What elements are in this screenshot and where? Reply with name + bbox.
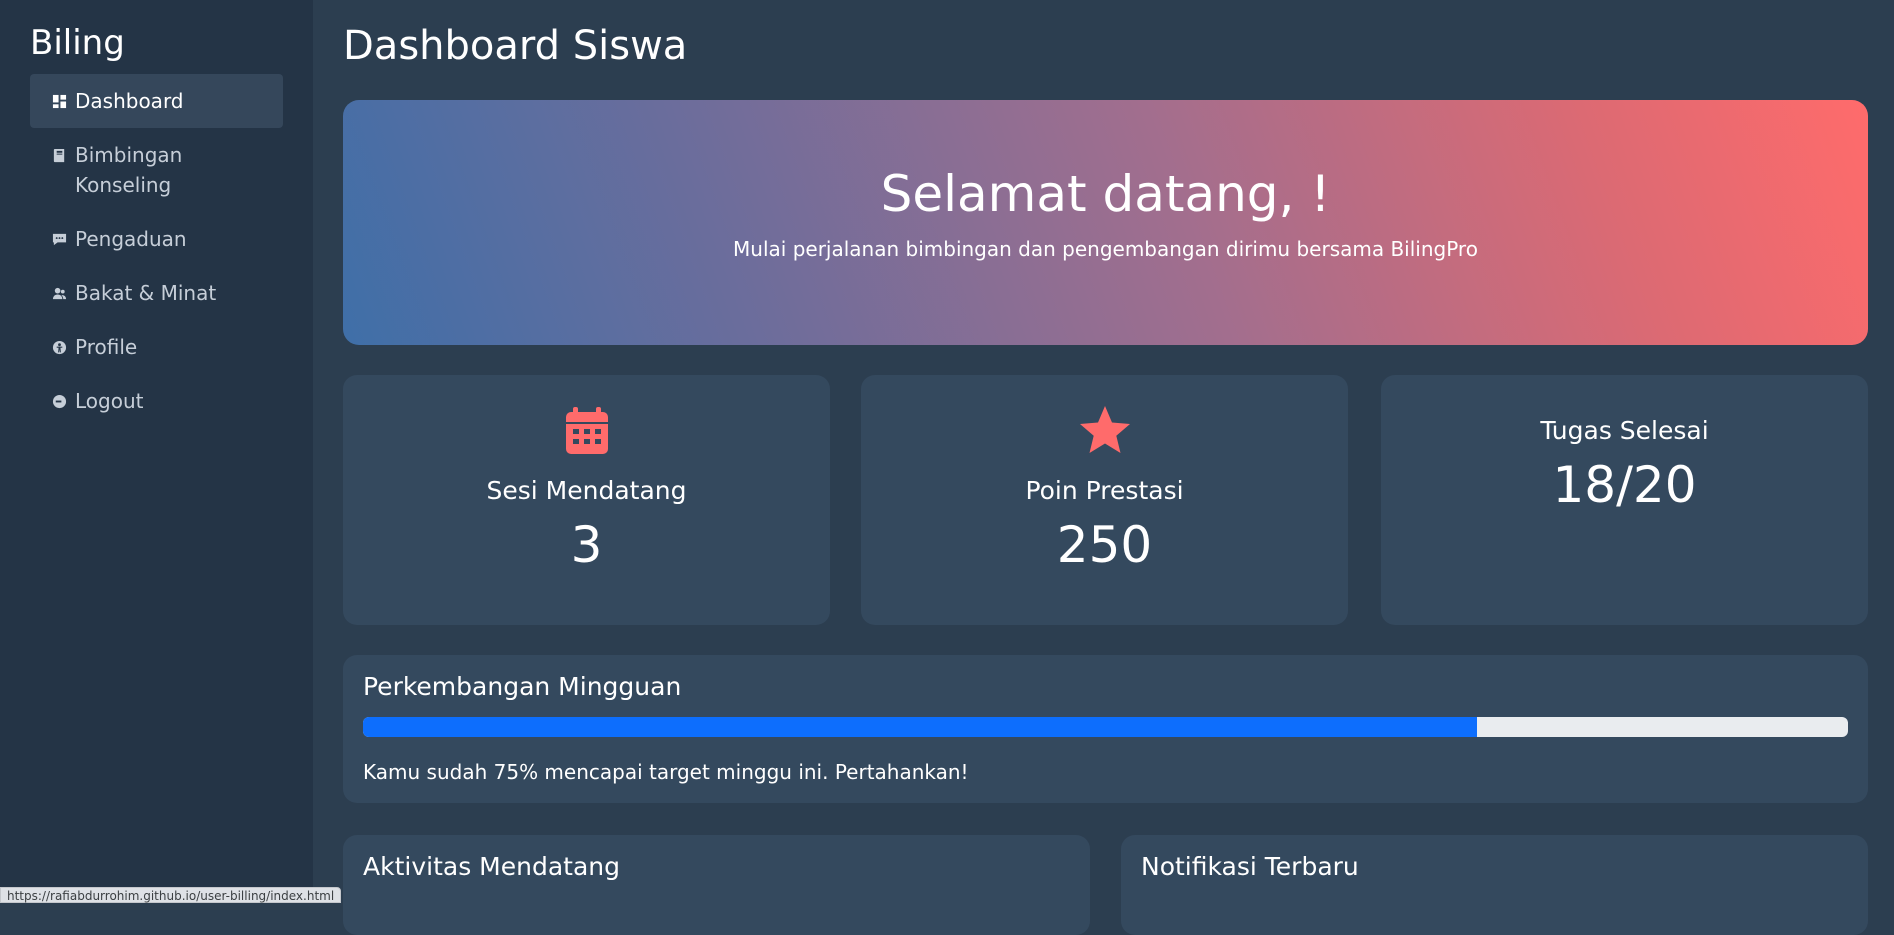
sidebar-item-pengaduan[interactable]: Pengaduan: [30, 212, 283, 266]
upcoming-activities-card: Aktivitas Mendatang: [343, 835, 1090, 935]
stat-value: 18/20: [1552, 456, 1697, 514]
star-icon: [861, 405, 1348, 455]
sidebar-item-logout[interactable]: Logout: [30, 374, 283, 428]
stat-card-poin-prestasi: Poin Prestasi 250: [861, 375, 1348, 625]
sidebar-item-label: Bakat & Minat: [75, 281, 217, 305]
logout-icon: [50, 386, 68, 416]
page-title: Dashboard Siswa: [343, 23, 688, 69]
welcome-banner: Selamat datang, ! Mulai perjalanan bimbi…: [343, 100, 1868, 345]
sidebar-item-profile[interactable]: Profile: [30, 320, 283, 374]
upcoming-activities-title: Aktivitas Mendatang: [363, 852, 620, 881]
stat-card-sesi-mendatang: Sesi Mendatang 3: [343, 375, 830, 625]
chat-icon: [50, 224, 68, 254]
latest-notifications-title: Notifikasi Terbaru: [1141, 852, 1359, 881]
dashboard-icon: [50, 86, 68, 116]
person-circle-icon: [50, 332, 68, 362]
welcome-title: Selamat datang, !: [880, 165, 1331, 223]
sidebar-item-bimbingan-konseling[interactable]: Bimbingan Konseling: [30, 128, 283, 212]
progress-fill: [363, 717, 1477, 737]
stat-card-tugas-selesai: Tugas Selesai 18/20: [1381, 375, 1868, 625]
stat-label: Tugas Selesai: [1540, 416, 1709, 445]
sidebar-item-label: Logout: [75, 389, 144, 413]
latest-notifications-card: Notifikasi Terbaru: [1121, 835, 1868, 935]
browser-status-url: https://rafiabdurrohim.github.io/user-bi…: [0, 887, 342, 903]
progress-message: Kamu sudah 75% mencapai target minggu in…: [363, 760, 969, 784]
sidebar-item-label: Dashboard: [75, 89, 184, 113]
sidebar-item-bakat-minat[interactable]: Bakat & Minat: [30, 266, 283, 320]
weekly-progress-card: Perkembangan Mingguan Kamu sudah 75% men…: [343, 655, 1868, 803]
calendar-icon: [343, 405, 830, 455]
progress-title: Perkembangan Mingguan: [363, 672, 682, 701]
people-icon: [50, 278, 68, 308]
stat-value: 250: [1056, 516, 1153, 574]
sidebar: Biling Dashboard Bimbingan Konseling Pen…: [0, 0, 313, 903]
progress-bar: [363, 717, 1848, 737]
book-icon: [50, 140, 68, 170]
sidebar-item-dashboard[interactable]: Dashboard: [30, 74, 283, 128]
stat-label: Poin Prestasi: [1025, 476, 1184, 505]
stat-label: Sesi Mendatang: [486, 476, 687, 505]
stat-value: 3: [570, 516, 603, 574]
welcome-subtitle: Mulai perjalanan bimbingan dan pengemban…: [733, 237, 1478, 261]
sidebar-item-label: Profile: [75, 335, 138, 359]
main-content: Dashboard Siswa Selamat datang, ! Mulai …: [313, 0, 1894, 935]
brand-title[interactable]: Biling: [30, 22, 283, 64]
sidebar-item-label: Bimbingan Konseling: [75, 143, 183, 197]
sidebar-item-label: Pengaduan: [75, 227, 187, 251]
